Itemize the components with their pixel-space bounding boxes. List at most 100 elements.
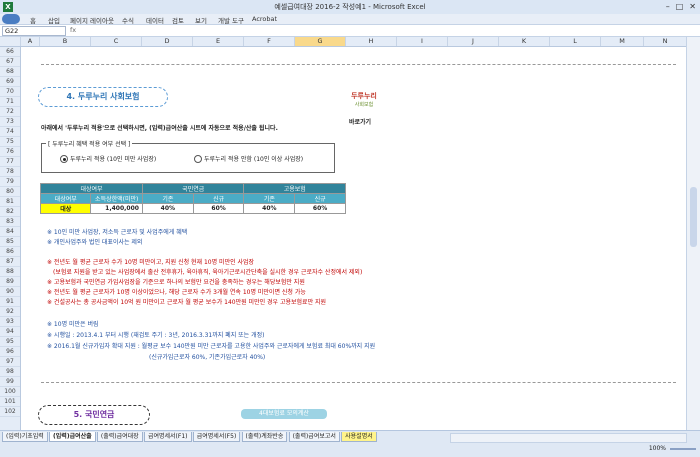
- row-header[interactable]: 76: [0, 147, 20, 157]
- column-header[interactable]: F: [244, 37, 295, 46]
- tab-data[interactable]: 데이터: [146, 15, 164, 25]
- row-header[interactable]: 69: [0, 77, 20, 87]
- tab-acrobat[interactable]: Acrobat: [252, 15, 277, 23]
- row-header[interactable]: 101: [0, 397, 20, 407]
- row-header[interactable]: 85: [0, 237, 20, 247]
- row-header[interactable]: 96: [0, 347, 20, 357]
- close-icon[interactable]: ✕: [689, 2, 696, 11]
- radio-apply[interactable]: [60, 155, 68, 163]
- tab-home[interactable]: 홈: [30, 15, 36, 25]
- table-subheader: 대상여부: [39, 193, 92, 204]
- radio-not-apply-label[interactable]: 두루누리 적용 안함 (10인 이상 사업장): [204, 154, 303, 163]
- row-header[interactable]: 91: [0, 297, 20, 307]
- sheet-tab-active[interactable]: (입력)급여산출: [49, 432, 96, 442]
- row-header[interactable]: 75: [0, 137, 20, 147]
- row-header[interactable]: 79: [0, 177, 20, 187]
- tab-formulas[interactable]: 수식: [122, 15, 134, 25]
- horizontal-scrollbar[interactable]: [450, 433, 687, 443]
- name-box[interactable]: G22: [2, 26, 66, 36]
- row-header[interactable]: 80: [0, 187, 20, 197]
- note-line: ※ 전년도 월 평균 근로자가 10명 이상이었으나, 해당 근로자 수가 3개…: [47, 289, 306, 296]
- row-header[interactable]: 90: [0, 287, 20, 297]
- row-header[interactable]: 88: [0, 267, 20, 277]
- column-header[interactable]: H: [346, 37, 397, 46]
- sheet-tab[interactable]: (출력)계좌반송: [241, 432, 288, 442]
- office-button[interactable]: [2, 14, 20, 24]
- row-header[interactable]: 97: [0, 357, 20, 367]
- row-header[interactable]: 95: [0, 337, 20, 347]
- tab-insert[interactable]: 삽입: [48, 15, 60, 25]
- row-header[interactable]: 70: [0, 87, 20, 97]
- row-header[interactable]: 77: [0, 157, 20, 167]
- sheet-tab[interactable]: 급여명세서(F5): [192, 432, 241, 442]
- radio-not-apply[interactable]: [194, 155, 202, 163]
- column-header[interactable]: K: [499, 37, 550, 46]
- row-header[interactable]: 74: [0, 127, 20, 137]
- row-header[interactable]: 66: [0, 47, 20, 57]
- table-subheader: 기존: [141, 193, 194, 204]
- tab-view[interactable]: 보기: [195, 15, 207, 25]
- column-header[interactable]: M: [601, 37, 644, 46]
- tab-page-layout[interactable]: 페이지 레이아웃: [70, 15, 114, 25]
- restore-icon[interactable]: □: [676, 2, 684, 11]
- income-cap-cell[interactable]: 1,400,000: [90, 203, 143, 214]
- row-header[interactable]: 92: [0, 307, 20, 317]
- column-header[interactable]: N: [644, 37, 687, 46]
- sheet-tab[interactable]: 사용설명서: [341, 432, 377, 442]
- vertical-scrollbar[interactable]: [686, 37, 700, 430]
- table-header: 대상여부: [40, 183, 143, 194]
- column-header[interactable]: L: [550, 37, 601, 46]
- formula-bar: G22 fx: [0, 25, 700, 37]
- row-header[interactable]: 81: [0, 197, 20, 207]
- row-header[interactable]: 86: [0, 247, 20, 257]
- column-header[interactable]: C: [91, 37, 142, 46]
- column-header[interactable]: A: [21, 37, 40, 46]
- sheet-tab[interactable]: (출력)급여대장: [96, 432, 143, 442]
- row-header[interactable]: 98: [0, 367, 20, 377]
- insurance-calc-button[interactable]: 4대보험료 모의계산: [241, 409, 327, 419]
- fx-icon[interactable]: fx: [70, 26, 76, 34]
- durunuri-logo[interactable]: 두루누리 사회보험: [349, 91, 379, 117]
- column-header[interactable]: D: [142, 37, 193, 46]
- row-header[interactable]: 73: [0, 117, 20, 127]
- row-header[interactable]: 89: [0, 277, 20, 287]
- row-header[interactable]: 71: [0, 97, 20, 107]
- worksheet-grid[interactable]: 4. 두루누리 사회보험 두루누리 사회보험 바로가기 아래에서 '두루누리 적…: [21, 47, 685, 430]
- pension-existing-cell[interactable]: 40%: [141, 203, 194, 214]
- row-header[interactable]: 93: [0, 317, 20, 327]
- row-header[interactable]: 84: [0, 227, 20, 237]
- sheet-tab[interactable]: (입력)기초입력: [2, 432, 48, 442]
- employment-new-cell[interactable]: 60%: [294, 203, 346, 214]
- zoom-slider[interactable]: [670, 448, 696, 450]
- row-header[interactable]: 100: [0, 387, 20, 397]
- section-title-4: 4. 두루누리 사회보험: [38, 87, 168, 107]
- row-header[interactable]: 94: [0, 327, 20, 337]
- row-header[interactable]: 67: [0, 57, 20, 67]
- goto-link[interactable]: 바로가기: [349, 117, 371, 126]
- row-header[interactable]: 87: [0, 257, 20, 267]
- tab-review[interactable]: 검토: [172, 15, 184, 25]
- column-header[interactable]: I: [397, 37, 448, 46]
- sheet-tab[interactable]: 급여명세서(F1): [143, 432, 192, 442]
- column-header-selected[interactable]: G: [295, 37, 346, 46]
- row-header[interactable]: 78: [0, 167, 20, 177]
- target-select-cell[interactable]: 대상: [39, 203, 92, 214]
- pension-new-cell[interactable]: 60%: [192, 203, 245, 214]
- column-header[interactable]: B: [40, 37, 91, 46]
- minimize-icon[interactable]: –: [666, 2, 670, 11]
- column-header[interactable]: J: [448, 37, 499, 46]
- zoom-level[interactable]: 100%: [649, 445, 666, 452]
- row-header[interactable]: 68: [0, 67, 20, 77]
- row-header[interactable]: 72: [0, 107, 20, 117]
- row-header[interactable]: 82: [0, 207, 20, 217]
- row-header[interactable]: 83: [0, 217, 20, 227]
- sheet-tab[interactable]: (출력)급여보고서: [288, 432, 340, 442]
- tab-developer[interactable]: 개발 도구: [218, 15, 244, 25]
- employment-existing-cell[interactable]: 40%: [243, 203, 296, 214]
- row-header[interactable]: 102: [0, 407, 20, 417]
- select-all-corner[interactable]: [0, 37, 21, 46]
- column-header[interactable]: E: [193, 37, 244, 46]
- radio-apply-label[interactable]: 두루누리 적용 (10인 미만 사업장): [70, 154, 156, 163]
- row-header[interactable]: 99: [0, 377, 20, 387]
- scroll-thumb[interactable]: [690, 187, 697, 247]
